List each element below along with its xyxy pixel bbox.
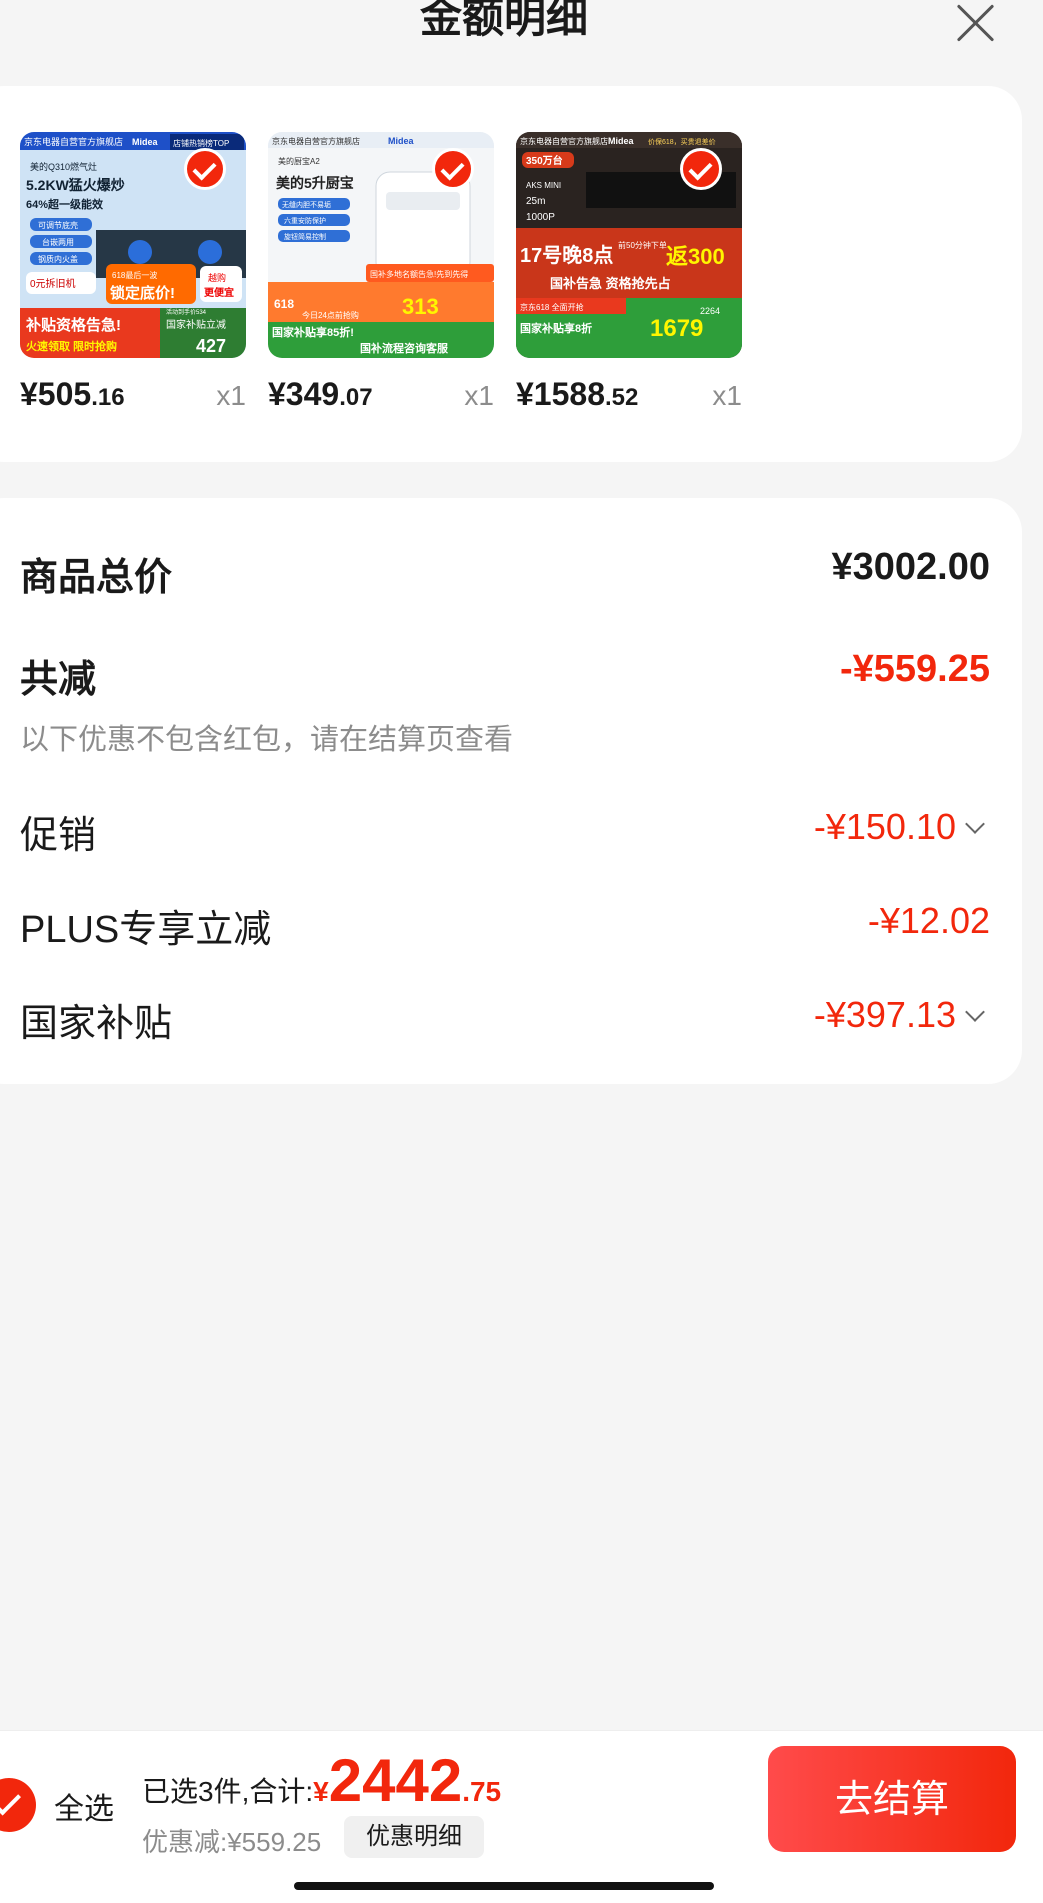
p1-subsidy: 国家补贴立减	[166, 318, 226, 331]
p3-subsidy-amt: 1679	[650, 315, 703, 342]
total-price-label: 商品总价	[20, 557, 173, 599]
p2-subsidy-amt: 313	[402, 294, 439, 319]
subsidy-value: -¥397.13	[814, 994, 985, 1036]
p3-first: 前50分钟下单	[618, 240, 667, 250]
p2-alert: 国补多地名额告急!先到先得	[370, 269, 468, 279]
p1-tag: 店铺热销榜TOP	[173, 138, 229, 148]
p1-net: 活动到手价534	[166, 308, 207, 316]
p3-alert: 国补告急 资格抢先占	[550, 276, 671, 291]
product-checkbox-2[interactable]	[432, 148, 474, 190]
p3-spec-2: 1000P	[526, 212, 555, 223]
plus-value: -¥12.02	[867, 900, 990, 941]
product-item-3[interactable]: 京东电器自营官方旗舰店 Midea 价保618，买贵退差价 350万台 AKS …	[516, 132, 742, 422]
checkout-button[interactable]: 去结算	[768, 1746, 1016, 1852]
p1-promo-sub: 618最后一波	[112, 270, 157, 280]
p2-feat-3: 旋钮简易控制	[284, 232, 326, 241]
p1-trade: 0元拆旧机	[30, 277, 76, 290]
p1-sub: 64%超一级能效	[26, 197, 104, 211]
p2-headline: 美的5升厨宝	[276, 175, 354, 191]
p3-time: 17号晚8点	[520, 243, 613, 267]
product-price-1: ¥505.16	[20, 376, 125, 412]
p1-cheap-1: 越购	[208, 272, 226, 283]
p3-orig: 2264	[700, 306, 720, 316]
product-qty-2: x1	[464, 380, 494, 411]
total-reduce-value: -¥559.25	[839, 648, 990, 690]
p2-subsidy: 国家补贴享85折!	[272, 325, 354, 339]
total-symbol: ¥	[313, 1776, 329, 1807]
p3-spec-1: 25m	[526, 196, 545, 207]
product-price-2: ¥349.07	[268, 376, 373, 412]
product-item-1[interactable]: 京东电器自营官方旗舰店 Midea 店铺热销榜TOP 美的Q310燃气灶 5.2…	[20, 132, 246, 422]
discount-summary: 优惠减:¥559.25	[142, 1827, 322, 1857]
p1-cheap-2: 更便宜	[204, 286, 234, 299]
p2-brand: Midea	[388, 136, 415, 146]
order-summary: 已选3件,合计:¥2442.75	[142, 1746, 501, 1815]
promo-value: -¥150.10	[814, 806, 985, 848]
p3-sold: 350万台	[526, 154, 563, 167]
product-checkbox-1[interactable]	[184, 148, 226, 190]
chevron-down-icon	[965, 814, 985, 834]
close-icon[interactable]	[950, 0, 1002, 48]
home-indicator	[294, 1882, 714, 1890]
p1-subsidy-amt: 427	[196, 336, 226, 356]
p3-store: 京东电器自营官方旗舰店	[520, 136, 608, 146]
p1-promo: 锁定底价!	[110, 284, 175, 302]
p1-feat-3: 钢质内火盖	[38, 254, 78, 264]
p1-alert: 补贴资格告急!	[25, 316, 121, 334]
sheet-title: 金额明细	[419, 0, 588, 41]
p1-feat-2: 台嵌两用	[42, 237, 74, 247]
total-decimal: .75	[462, 1776, 502, 1807]
p3-618: 京东618 全面开抢	[520, 302, 584, 312]
p1-brand: Midea	[132, 137, 159, 147]
p3-brand: Midea	[608, 136, 635, 146]
p1-store: 京东电器自营官方旗舰店	[24, 136, 123, 147]
p1-alert-sub: 火速领取 限时抢购	[26, 339, 117, 353]
p1-headline: 5.2KW猛火爆炒	[26, 177, 125, 193]
product-price-3: ¥1588.52	[516, 376, 639, 412]
p2-618: 618	[274, 297, 294, 311]
plus-label: PLUS专享立减	[20, 909, 272, 951]
product-item-2[interactable]: 京东电器自营官方旗舰店 Midea 美的厨宝A2 美的5升厨宝 无缝内胆不易垢 …	[268, 132, 494, 422]
p3-subsidy: 国家补贴享8折	[520, 321, 592, 335]
p2-feat-2: 六重安防保护	[284, 216, 326, 225]
product-checkbox-3[interactable]	[680, 148, 722, 190]
chevron-down-icon	[965, 1002, 985, 1022]
discount-note: 以下优惠不包含红包，请在结算页查看	[20, 724, 514, 756]
subsidy-label: 国家补贴	[20, 1003, 173, 1045]
p2-feat-1: 无缝内胆不易垢	[282, 200, 331, 209]
total-price-value: ¥3002.00	[831, 546, 991, 588]
p1-model: 美的Q310燃气灶	[30, 161, 97, 172]
p3-rebate: 返300	[666, 244, 725, 269]
select-all-label[interactable]: 全选	[54, 1784, 114, 1828]
summary-prefix: 已选3件,合计:	[142, 1776, 314, 1807]
p3-model: AKS MINI	[526, 181, 561, 190]
subsidy-row[interactable]: 国家补贴 -¥397.13	[0, 988, 1010, 1048]
promo-label: 促销	[20, 815, 97, 857]
total-reduce-label: 共减	[20, 659, 97, 701]
p1-feat-1: 可调节底壳	[38, 220, 78, 230]
total-amount: 2442	[328, 1747, 463, 1814]
product-qty-1: x1	[216, 380, 246, 411]
promo-row[interactable]: 促销 -¥150.10	[0, 800, 1010, 860]
p2-model: 美的厨宝A2	[278, 156, 320, 166]
p2-consult: 国补流程咨询客服	[360, 341, 449, 355]
p2-store: 京东电器自营官方旗舰店	[272, 136, 360, 146]
discount-detail-button[interactable]: 优惠明细	[344, 1816, 484, 1858]
p2-deadline: 今日24点前抢购	[302, 310, 359, 320]
product-qty-3: x1	[712, 380, 742, 411]
plus-row: PLUS专享立减 -¥12.02	[0, 894, 1010, 954]
p3-price-guard: 价保618，买贵退差价	[648, 137, 716, 146]
